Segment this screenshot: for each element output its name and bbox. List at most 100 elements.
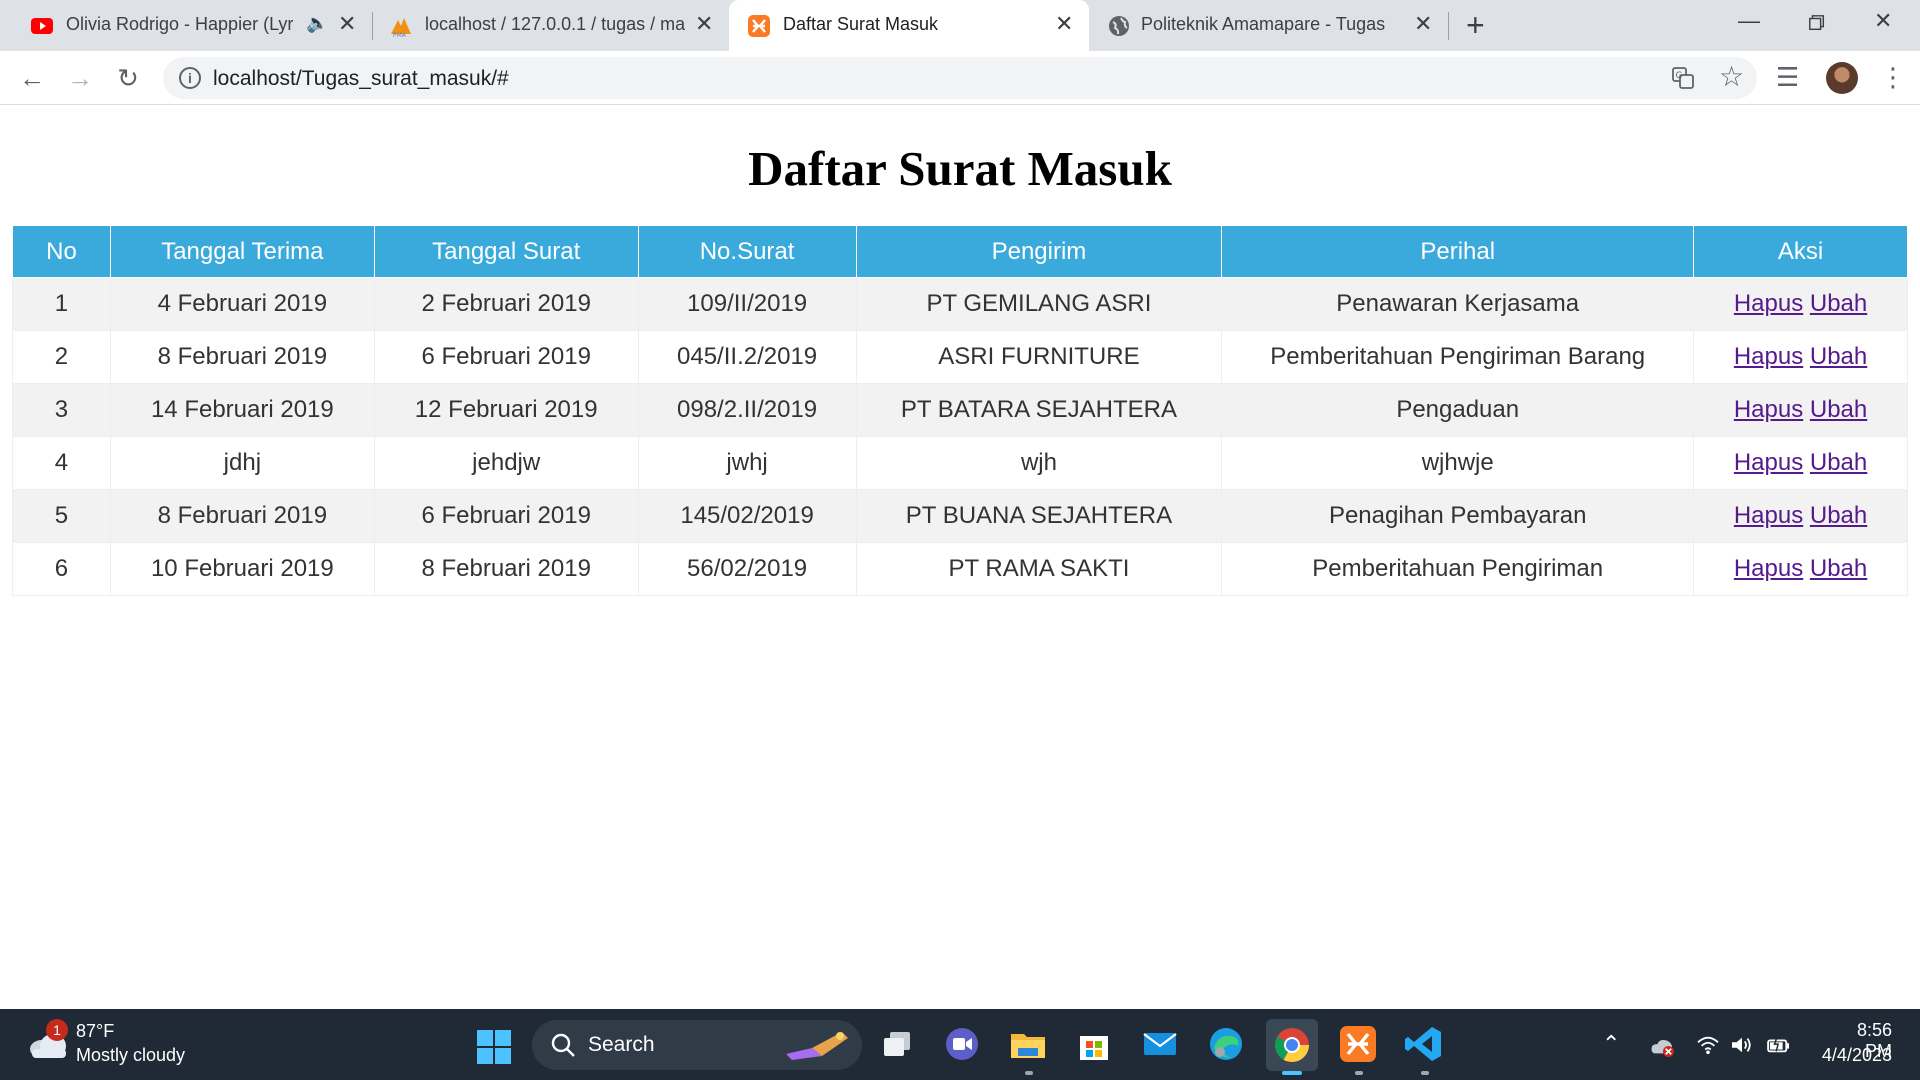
browser-toolbar: ← → ↻ i localhost/Tugas_surat_masuk/# G …: [0, 51, 1920, 105]
hapus-link[interactable]: Hapus: [1734, 290, 1803, 317]
task-view-icon[interactable]: [878, 1024, 918, 1064]
speaker-icon[interactable]: 🔈: [306, 13, 328, 34]
search-icon: [551, 1033, 575, 1057]
globe-icon: [1109, 16, 1129, 36]
weather-widget[interactable]: 1 87°F Mostly cloudy: [0, 1009, 220, 1080]
back-button[interactable]: ←: [16, 62, 48, 94]
cell-no-surat: 098/2.II/2019: [637, 383, 857, 437]
surat-masuk-table: No Tanggal Terima Tanggal Surat No.Surat…: [12, 225, 1908, 596]
tab-title: Politeknik Amamapare - Tugas: [1141, 14, 1386, 34]
close-window-button[interactable]: ✕: [1874, 8, 1892, 34]
table-row: 5 8 Februari 2019 6 Februari 2019 145/02…: [12, 489, 1908, 543]
profile-avatar[interactable]: [1826, 62, 1858, 94]
ubah-link[interactable]: Ubah: [1810, 290, 1867, 317]
ubah-link[interactable]: Ubah: [1810, 502, 1867, 529]
header-tanggal-terima: Tanggal Terima: [109, 225, 375, 278]
cell-perihal: wjhwje: [1221, 436, 1695, 490]
cell-no-surat: 109/II/2019: [637, 277, 857, 331]
weather-badge: 1: [46, 1019, 68, 1041]
page-content: Daftar Surat Masuk No Tanggal Terima Tan…: [0, 106, 1920, 1009]
mail-icon[interactable]: [1140, 1024, 1180, 1064]
taskbar-search[interactable]: Search: [532, 1020, 862, 1070]
forward-button[interactable]: →: [64, 62, 96, 94]
header-tanggal-surat: Tanggal Surat: [373, 225, 639, 278]
cell-tanggal-terima: 14 Februari 2019: [109, 383, 375, 437]
ubah-link[interactable]: Ubah: [1810, 343, 1867, 370]
battery-icon[interactable]: [1766, 1035, 1792, 1055]
cell-aksi: Hapus Ubah: [1693, 330, 1908, 384]
cell-aksi: Hapus Ubah: [1693, 436, 1908, 490]
chevron-up-icon[interactable]: ⌃: [1602, 1031, 1620, 1057]
cell-no: 1: [12, 277, 111, 331]
media-control-icon[interactable]: ☰: [1776, 62, 1799, 93]
chrome-icon: [1275, 1028, 1309, 1062]
table-row: 2 8 Februari 2019 6 Februari 2019 045/II…: [12, 330, 1908, 384]
cell-tanggal-terima: 10 Februari 2019: [109, 542, 375, 596]
vscode-icon[interactable]: [1404, 1024, 1444, 1064]
clock-date[interactable]: 4/4/2023: [1814, 1045, 1892, 1066]
ubah-link[interactable]: Ubah: [1810, 396, 1867, 423]
cell-tanggal-terima: 8 Februari 2019: [109, 330, 375, 384]
microsoft-store-icon[interactable]: [1074, 1024, 1114, 1064]
cell-tanggal-surat: 6 Februari 2019: [373, 330, 639, 384]
hapus-link[interactable]: Hapus: [1734, 343, 1803, 370]
running-indicator: [1421, 1071, 1429, 1075]
cell-aksi: Hapus Ubah: [1693, 489, 1908, 543]
cell-perihal: Penawaran Kerjasama: [1221, 277, 1695, 331]
windows-start-icon[interactable]: [476, 1029, 512, 1065]
address-bar[interactable]: i localhost/Tugas_surat_masuk/# G ☆: [163, 57, 1757, 99]
ubah-link[interactable]: Ubah: [1810, 449, 1867, 476]
tab-title: Daftar Surat Masuk: [783, 14, 939, 34]
cell-pengirim: PT GEMILANG ASRI: [855, 277, 1223, 331]
ubah-link[interactable]: Ubah: [1810, 555, 1867, 582]
bookmark-star-icon[interactable]: ☆: [1719, 61, 1744, 93]
tab-phpmyadmin[interactable]: PMA localhost / 127.0.0.1 / tugas / ma ✕: [373, 0, 729, 51]
close-icon[interactable]: ✕: [1414, 12, 1432, 36]
tab-daftar-surat-masuk[interactable]: Daftar Surat Masuk ✕: [729, 0, 1089, 51]
close-icon[interactable]: ✕: [695, 12, 713, 36]
url-text[interactable]: localhost/Tugas_surat_masuk/#: [213, 67, 509, 91]
phpmyadmin-icon: PMA: [391, 18, 411, 38]
running-indicator-active: [1282, 1071, 1302, 1075]
minimize-button[interactable]: —: [1738, 8, 1760, 34]
hapus-link[interactable]: Hapus: [1734, 555, 1803, 582]
menu-kebab-icon[interactable]: ⋮: [1880, 62, 1906, 93]
restore-button[interactable]: [1808, 14, 1826, 32]
file-explorer-icon[interactable]: [1008, 1024, 1048, 1064]
hapus-link[interactable]: Hapus: [1734, 502, 1803, 529]
new-tab-button[interactable]: +: [1466, 8, 1485, 42]
onedrive-error-icon[interactable]: [1648, 1035, 1676, 1057]
running-indicator: [1355, 1071, 1363, 1075]
cell-no: 2: [12, 330, 111, 384]
tab-strip: Olivia Rodrigo - Happier (Lyri 🔈 ✕ PMA l…: [0, 0, 1920, 51]
cell-pengirim: PT BUANA SEJAHTERA: [855, 489, 1223, 543]
cell-pengirim: PT BATARA SEJAHTERA: [855, 383, 1223, 437]
site-info-icon[interactable]: i: [179, 67, 201, 89]
tab-politeknik[interactable]: Politeknik Amamapare - Tugas ✕: [1089, 0, 1447, 51]
close-icon[interactable]: ✕: [1055, 12, 1073, 36]
hapus-link[interactable]: Hapus: [1734, 449, 1803, 476]
cell-perihal: Pemberitahuan Pengiriman Barang: [1221, 330, 1695, 384]
cell-tanggal-surat: jehdjw: [373, 436, 639, 490]
xampp-taskbar-icon[interactable]: [1338, 1024, 1378, 1064]
edge-icon[interactable]: [1206, 1024, 1246, 1064]
cell-perihal: Penagihan Pembayaran: [1221, 489, 1695, 543]
translate-icon[interactable]: G: [1671, 66, 1695, 90]
youtube-icon: [31, 18, 53, 34]
cell-no: 4: [12, 436, 111, 490]
search-highlight-icon: [786, 1032, 848, 1060]
table-row: 1 4 Februari 2019 2 Februari 2019 109/II…: [12, 277, 1908, 331]
teams-chat-icon[interactable]: [942, 1024, 982, 1064]
volume-icon[interactable]: [1730, 1035, 1754, 1055]
cell-no: 3: [12, 383, 111, 437]
hapus-link[interactable]: Hapus: [1734, 396, 1803, 423]
page-title: Daftar Surat Masuk: [748, 141, 1172, 196]
close-icon[interactable]: ✕: [338, 12, 356, 36]
tab-youtube[interactable]: Olivia Rodrigo - Happier (Lyri 🔈 ✕: [0, 0, 370, 51]
table-row: 4 jdhj jehdjw jwhj wjh wjhwje Hapus Ubah: [12, 436, 1908, 490]
xampp-icon: [748, 15, 770, 37]
reload-button[interactable]: ↻: [112, 62, 144, 94]
table-row: 6 10 Februari 2019 8 Februari 2019 56/02…: [12, 542, 1908, 596]
chrome-taskbar-button[interactable]: [1266, 1019, 1318, 1071]
wifi-icon[interactable]: [1696, 1035, 1720, 1055]
